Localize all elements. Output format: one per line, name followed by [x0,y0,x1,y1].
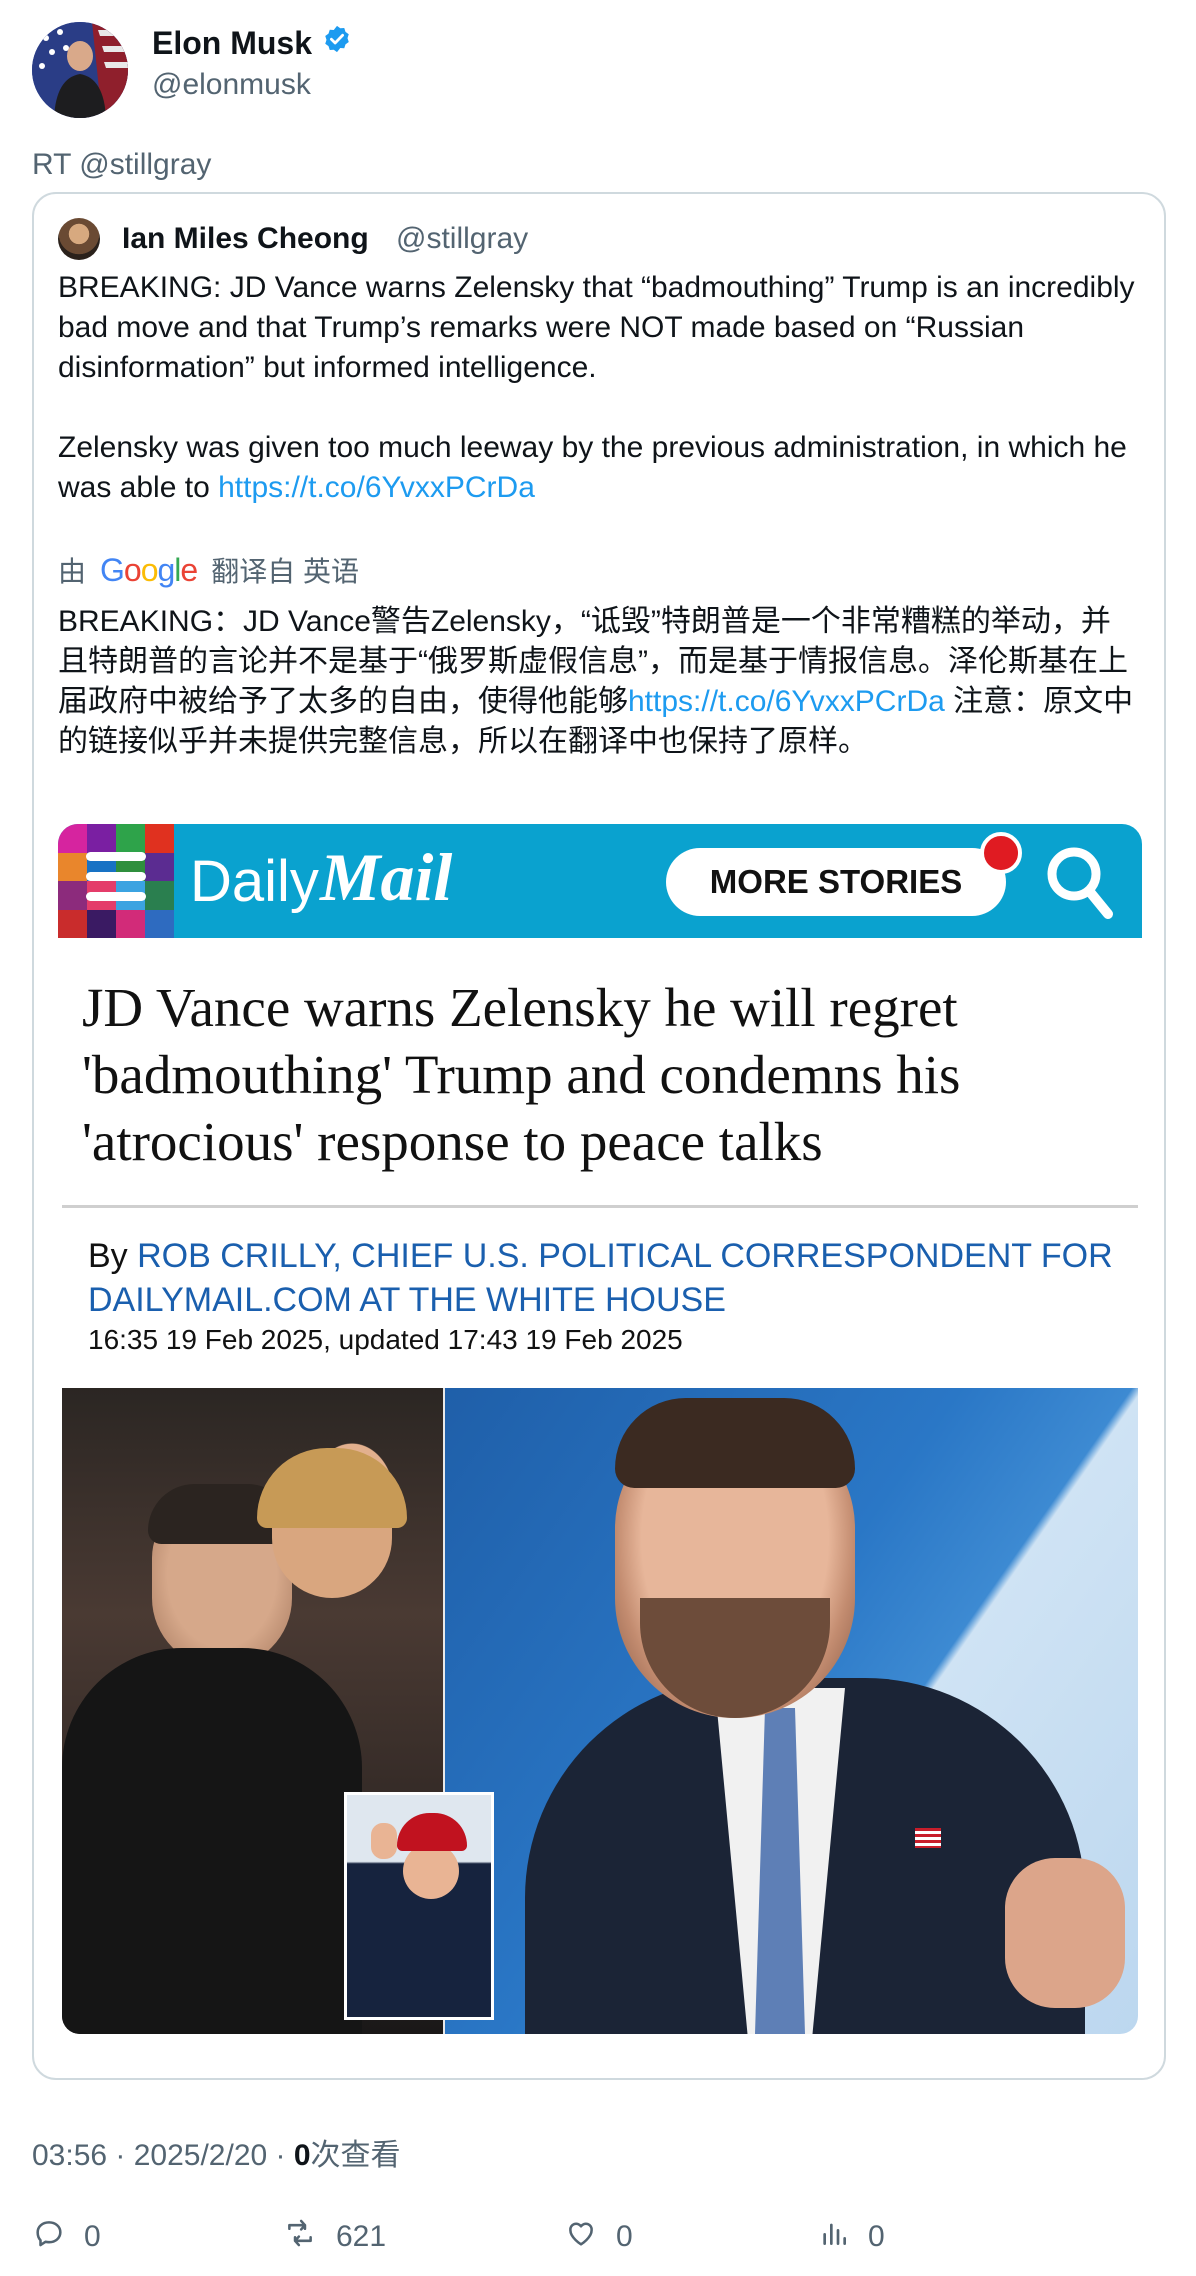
author-name[interactable]: Elon Musk [152,25,312,62]
article-dateline: 16:35 19 Feb 2025, updated 17:43 19 Feb … [88,1324,683,1355]
quoted-author-name[interactable]: Ian Miles Cheong [122,222,369,256]
quoted-tweet-text: BREAKING: JD Vance warns Zelensky that “… [58,268,1138,508]
search-icon[interactable] [1044,842,1114,922]
byline-author: ROB CRILLY, CHIEF U.S. POLITICAL CORRESP… [88,1237,1113,1319]
trump-inset-photo [344,1792,494,2020]
view-count: 0 [293,2139,311,2172]
like-icon [564,2216,598,2258]
retweet-button[interactable]: 621 [282,2216,386,2258]
analytics-icon [818,2216,850,2258]
retweet-source: RT @stillgray [32,148,212,181]
quoted-paragraph-2: Zelensky was given too much leeway by th… [58,428,1138,508]
dailymail-logo-mail: Mail [320,839,453,915]
translate-suffix: 翻译自 英语 [211,556,359,587]
verified-badge-icon [322,24,352,62]
author-handle[interactable]: @elonmusk [152,68,311,102]
tweet-timestamp[interactable]: 03:56 · 2025/2/20 · [32,2139,294,2172]
article-headline: JD Vance warns Zelensky he will regret '… [82,977,961,1172]
dailymail-banner: Daily Mail MORE STORIES [58,824,1142,938]
author-avatar[interactable] [32,22,128,118]
retweet-count: 621 [336,2220,387,2253]
reply-icon [32,2216,66,2258]
article-byline: By ROB CRILLY, CHIEF U.S. POLITICAL CORR… [88,1234,1118,1322]
notification-dot [980,832,1022,874]
article-preview-image[interactable]: Daily Mail MORE STORIES JD Vance warns Z… [58,824,1142,2034]
quoted-author-avatar[interactable] [58,218,100,260]
quoted-paragraph-1: BREAKING: JD Vance warns Zelensky that “… [58,271,1135,384]
quoted-author-handle[interactable]: @stillgray [396,222,528,256]
like-count: 0 [616,2220,633,2253]
article-photo [62,1388,1138,2034]
translation-attribution: 由 Google 翻译自 英语 [58,550,359,590]
hamburger-menu-icon[interactable] [86,852,146,910]
retweet-icon [282,2216,318,2258]
like-button[interactable]: 0 [564,2216,633,2258]
tweet-actions-bar: 0 621 0 0 [32,2216,1132,2256]
headline-divider [62,1205,1138,1208]
vance-photo [445,1388,1138,2034]
translate-prefix: 由 [58,556,87,587]
reply-button[interactable]: 0 [32,2216,101,2258]
google-logo: Google [100,551,198,588]
analytics-count: 0 [868,2220,885,2253]
analytics-button[interactable]: 0 [818,2216,885,2258]
translated-text: BREAKING：JD Vance警告Zelensky，“诋毁”特朗普是一个非常… [58,602,1138,762]
tweet-meta: 03:56 · 2025/2/20 · 0次查看 [32,2130,401,2174]
tweet-link[interactable]: https://t.co/6YvxxPCrDa [218,471,535,504]
byline-prefix: By [88,1237,138,1275]
view-label: 次查看 [310,2139,401,2172]
reply-count: 0 [84,2220,101,2253]
dailymail-logo-daily: Daily [190,849,319,914]
more-stories-button[interactable]: MORE STORIES [666,848,1006,916]
author-name-row[interactable]: Elon Musk [152,24,352,62]
translated-link[interactable]: https://t.co/6YvxxPCrDa [628,685,945,718]
